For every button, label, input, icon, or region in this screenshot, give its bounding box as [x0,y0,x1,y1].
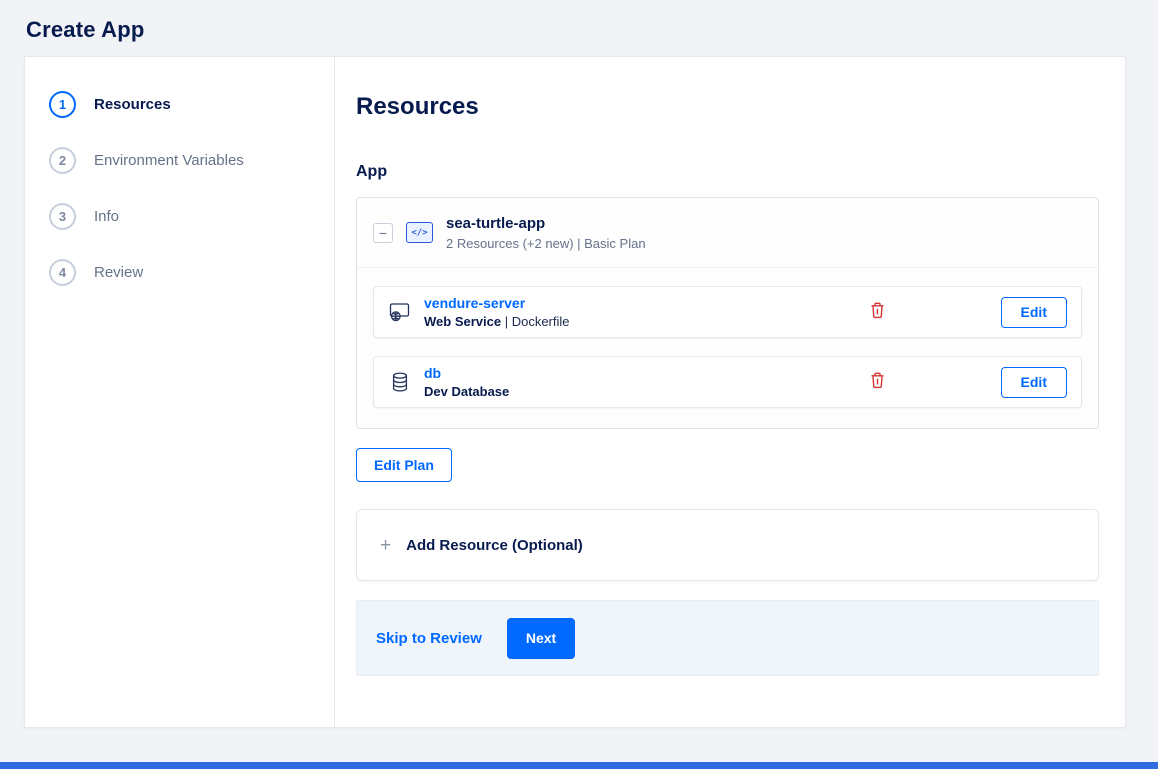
step-circle: 3 [49,203,76,230]
app-header-row: − </> sea-turtle-app 2 Resources (+2 new… [357,198,1098,268]
edit-plan-button[interactable]: Edit Plan [356,448,452,482]
app-resources-box: − </> sea-turtle-app 2 Resources (+2 new… [356,197,1099,429]
footer-bar: Skip to Review Next [356,600,1099,676]
resource-type: Web Service [424,314,502,329]
resource-meta: db Dev Database [424,365,856,399]
add-resource-section[interactable]: + Add Resource (Optional) [356,509,1099,581]
step-circle: 4 [49,259,76,286]
resource-type: Dev Database [424,384,510,399]
resource-row-vendure-server: vendure-server Web Service | Dockerfile … [373,286,1082,338]
step-label: Review [94,264,144,281]
page-title: Create App [26,17,145,42]
resource-source: | Dockerfile [501,314,570,329]
database-icon [388,372,412,392]
delete-resource-button[interactable] [868,370,887,394]
edit-resource-button[interactable]: Edit [1000,366,1067,398]
resource-meta: vendure-server Web Service | Dockerfile [424,295,856,329]
skip-to-review-link[interactable]: Skip to Review [376,630,482,647]
app-section-label: App [356,163,388,180]
section-heading: Resources [356,93,479,120]
stepper: 1 Resources 2 Environment Variables 3 In… [25,57,334,727]
step-circle: 1 [49,91,76,118]
resource-row-db: db Dev Database Edit [373,356,1082,408]
collapse-button[interactable]: − [373,222,393,243]
bottom-bar [0,762,1158,769]
resource-name-link[interactable]: vendure-server [424,295,856,311]
step-info[interactable]: 3 Info [49,203,334,230]
plus-icon: + [380,534,392,556]
step-label: Environment Variables [94,152,244,169]
add-resource-label: Add Resource (Optional) [406,536,583,554]
resource-detail: Dev Database [424,384,856,399]
app-name: sea-turtle-app [446,214,546,232]
page-header: Create App [0,0,1158,56]
delete-resource-button[interactable] [868,300,887,324]
step-circle: 2 [49,147,76,174]
create-app-card: 1 Resources 2 Environment Variables 3 In… [24,56,1126,728]
edit-resource-button[interactable]: Edit [1000,296,1067,328]
content-panel: Resources App − </> sea-turtle-app 2 Res… [334,57,1125,727]
step-environment-variables[interactable]: 2 Environment Variables [49,147,334,174]
app-subtitle: 2 Resources (+2 new) | Basic Plan [446,235,646,251]
step-review[interactable]: 4 Review [49,259,334,286]
step-label: Resources [94,96,171,113]
resource-detail: Web Service | Dockerfile [424,314,856,329]
trash-icon [870,372,885,392]
step-resources[interactable]: 1 Resources [49,91,334,118]
resource-name-link[interactable]: db [424,365,856,381]
code-icon: </> [406,222,433,243]
next-button[interactable]: Next [506,617,576,659]
web-service-icon [388,302,412,323]
trash-icon [870,302,885,322]
step-label: Info [94,208,120,225]
app-meta: sea-turtle-app 2 Resources (+2 new) | Ba… [446,215,646,251]
